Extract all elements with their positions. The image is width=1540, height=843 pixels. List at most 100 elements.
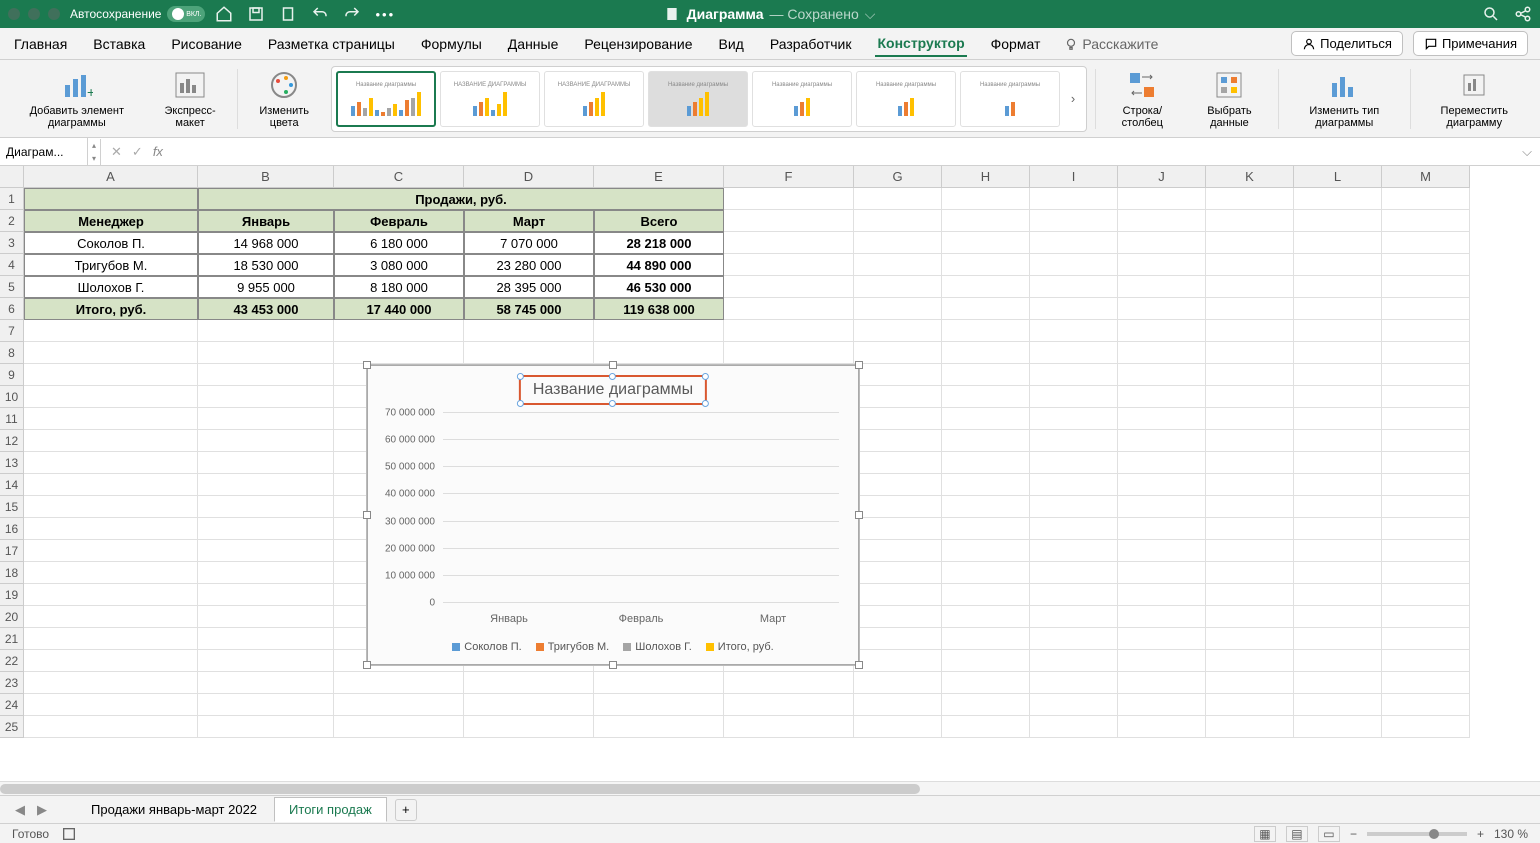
cell-M19[interactable] [1382, 584, 1470, 606]
cell-I23[interactable] [1030, 672, 1118, 694]
cell-F6[interactable] [724, 298, 854, 320]
cell-F7[interactable] [724, 320, 854, 342]
cell-F25[interactable] [724, 716, 854, 738]
cell-J2[interactable] [1118, 210, 1206, 232]
cell-A16[interactable] [24, 518, 198, 540]
cell-A14[interactable] [24, 474, 198, 496]
cell-C23[interactable] [334, 672, 464, 694]
cell-A9[interactable] [24, 364, 198, 386]
cell-I24[interactable] [1030, 694, 1118, 716]
row-header-24[interactable]: 24 [0, 694, 24, 716]
cell-G15[interactable] [854, 496, 942, 518]
cell-C7[interactable] [334, 320, 464, 342]
cell-A4[interactable]: Тригубов М. [24, 254, 198, 276]
cell-M8[interactable] [1382, 342, 1470, 364]
cell-B22[interactable] [198, 650, 334, 672]
row-header-13[interactable]: 13 [0, 452, 24, 474]
chart-legend[interactable]: Соколов П.Тригубов М.Шолохов Г.Итого, ру… [367, 641, 859, 653]
cell-J13[interactable] [1118, 452, 1206, 474]
cell-G19[interactable] [854, 584, 942, 606]
cell-B7[interactable] [198, 320, 334, 342]
resize-handle[interactable] [609, 661, 617, 669]
zoom-slider[interactable] [1367, 832, 1467, 836]
cell-B17[interactable] [198, 540, 334, 562]
cell-C24[interactable] [334, 694, 464, 716]
col-header-G[interactable]: G [854, 166, 942, 188]
cell-M2[interactable] [1382, 210, 1470, 232]
cell-H25[interactable] [942, 716, 1030, 738]
cell-B20[interactable] [198, 606, 334, 628]
cell-H12[interactable] [942, 430, 1030, 452]
cell-M21[interactable] [1382, 628, 1470, 650]
col-header-K[interactable]: K [1206, 166, 1294, 188]
gallery-next[interactable]: › [1064, 71, 1082, 127]
cancel-icon[interactable]: ✕ [111, 144, 122, 160]
cell-M25[interactable] [1382, 716, 1470, 738]
tab-data[interactable]: Данные [506, 32, 561, 56]
cell-F4[interactable] [724, 254, 854, 276]
cell-G16[interactable] [854, 518, 942, 540]
row-header-17[interactable]: 17 [0, 540, 24, 562]
cell-E5[interactable]: 46 530 000 [594, 276, 724, 298]
cell-K21[interactable] [1206, 628, 1294, 650]
cell-B13[interactable] [198, 452, 334, 474]
cell-D25[interactable] [464, 716, 594, 738]
cell-L19[interactable] [1294, 584, 1382, 606]
tab-layout[interactable]: Разметка страницы [266, 32, 397, 56]
cell-B3[interactable]: 14 968 000 [198, 232, 334, 254]
cell-C2[interactable]: Февраль [334, 210, 464, 232]
cell-E24[interactable] [594, 694, 724, 716]
cell-A6[interactable]: Итого, руб. [24, 298, 198, 320]
cell-J14[interactable] [1118, 474, 1206, 496]
cell-A17[interactable] [24, 540, 198, 562]
col-header-H[interactable]: H [942, 166, 1030, 188]
cell-C3[interactable]: 6 180 000 [334, 232, 464, 254]
view-page-layout[interactable]: ▤ [1286, 826, 1308, 842]
change-chart-type[interactable]: Изменить тип диаграммы [1287, 64, 1402, 133]
cell-M11[interactable] [1382, 408, 1470, 430]
zoom-in[interactable]: + [1477, 827, 1484, 841]
cell-A20[interactable] [24, 606, 198, 628]
cell-B11[interactable] [198, 408, 334, 430]
cell-J9[interactable] [1118, 364, 1206, 386]
cell-D23[interactable] [464, 672, 594, 694]
comments-button[interactable]: Примечания [1413, 31, 1528, 56]
tab-formulas[interactable]: Формулы [419, 32, 484, 56]
cell-A19[interactable] [24, 584, 198, 606]
cell-F24[interactable] [724, 694, 854, 716]
cell-B1[interactable]: Продажи, руб. [198, 188, 724, 210]
zoom-out[interactable]: − [1350, 827, 1357, 841]
row-header-20[interactable]: 20 [0, 606, 24, 628]
col-header-L[interactable]: L [1294, 166, 1382, 188]
cell-L12[interactable] [1294, 430, 1382, 452]
view-normal[interactable]: ▦ [1254, 826, 1276, 842]
cell-G4[interactable] [854, 254, 942, 276]
cell-I15[interactable] [1030, 496, 1118, 518]
cell-L13[interactable] [1294, 452, 1382, 474]
row-header-16[interactable]: 16 [0, 518, 24, 540]
chart-object[interactable]: Название диаграммы 010 000 00020 000 000… [366, 364, 860, 666]
tab-developer[interactable]: Разработчик [768, 32, 854, 56]
cell-H2[interactable] [942, 210, 1030, 232]
col-header-B[interactable]: B [198, 166, 334, 188]
cell-J20[interactable] [1118, 606, 1206, 628]
cell-J25[interactable] [1118, 716, 1206, 738]
cell-K23[interactable] [1206, 672, 1294, 694]
cell-L7[interactable] [1294, 320, 1382, 342]
document-title[interactable]: Диаграмма — Сохранено ⌵ [665, 6, 876, 23]
cell-I6[interactable] [1030, 298, 1118, 320]
cell-J21[interactable] [1118, 628, 1206, 650]
cell-B9[interactable] [198, 364, 334, 386]
cell-K3[interactable] [1206, 232, 1294, 254]
cell-E23[interactable] [594, 672, 724, 694]
cell-M6[interactable] [1382, 298, 1470, 320]
cell-M22[interactable] [1382, 650, 1470, 672]
row-header-19[interactable]: 19 [0, 584, 24, 606]
cell-H21[interactable] [942, 628, 1030, 650]
search-icon[interactable] [1482, 5, 1500, 23]
cell-A1[interactable] [24, 188, 198, 210]
cell-B16[interactable] [198, 518, 334, 540]
sheet-tab-1[interactable]: Продажи январь-март 2022 [76, 797, 272, 822]
cell-C4[interactable]: 3 080 000 [334, 254, 464, 276]
cell-F3[interactable] [724, 232, 854, 254]
